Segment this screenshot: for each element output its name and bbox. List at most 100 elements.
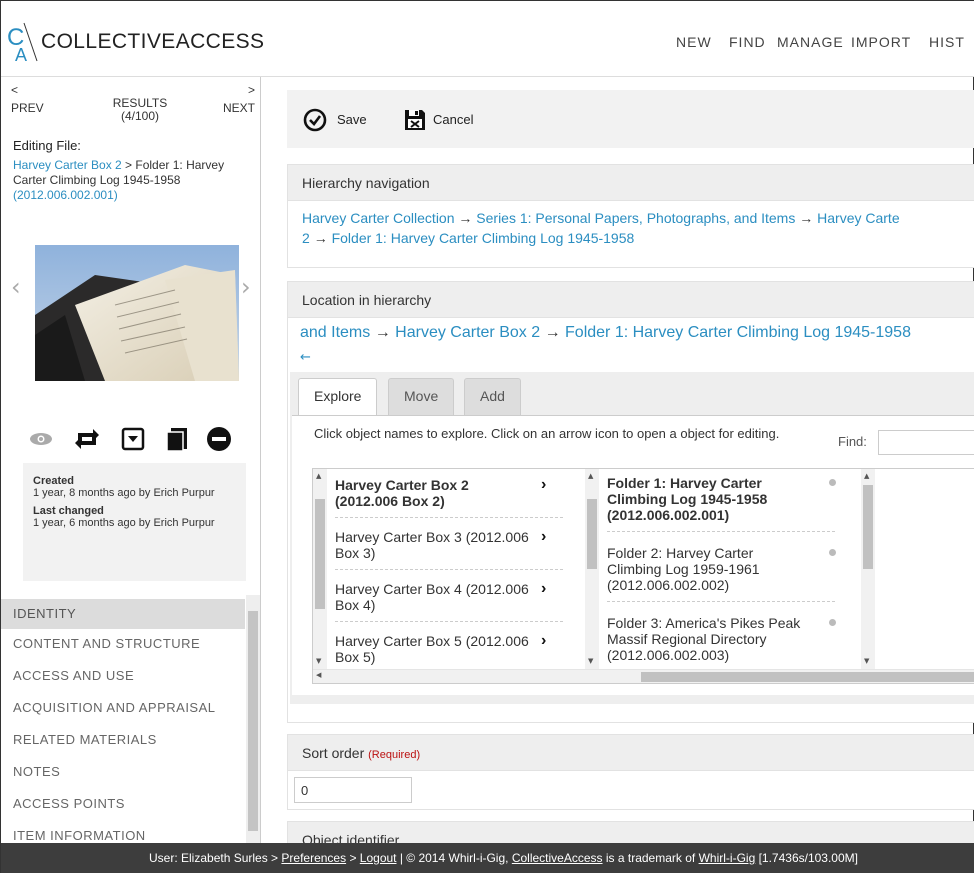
browser-column-1: Harvey Carter Box 2 (2012.006 Box 2) › H… [335, 469, 575, 669]
main-content: Save Cancel Hierarchy navigation Harvey … [287, 77, 974, 843]
hier-link-collection[interactable]: Harvey Carter Collection [302, 210, 455, 226]
save-label: Save [337, 112, 367, 127]
section-access-and-use[interactable]: ACCESS AND USE [1, 661, 245, 691]
sort-order-header: Sort order (Required) [288, 735, 974, 771]
hierarchy-path: Harvey Carter Collection → Series 1: Per… [302, 208, 974, 248]
created-value: 1 year, 8 months ago by Erich Purpur [33, 487, 215, 499]
document-copy-icon[interactable] [163, 425, 191, 453]
loc-arrow-icon: → [374, 324, 391, 341]
footer-trademark: is a trademark of [602, 851, 699, 865]
open-arrow-icon[interactable]: › [541, 581, 546, 597]
object-thumbnail[interactable] [35, 245, 239, 381]
sort-order-panel: Sort order (Required) [287, 734, 974, 810]
nav-find[interactable]: FIND [729, 34, 766, 50]
hier-arrow-icon: → [799, 210, 814, 226]
loc-crumb-series[interactable]: and Items [300, 324, 370, 341]
open-arrow-icon[interactable]: › [541, 477, 546, 493]
image-next-icon[interactable]: › [241, 273, 251, 301]
section-identity[interactable]: IDENTITY [1, 599, 245, 629]
open-arrow-icon[interactable]: › [541, 633, 546, 649]
tab-move[interactable]: Move [388, 378, 455, 415]
next-label: NEXT [222, 101, 255, 115]
footer-sep: > [346, 851, 360, 865]
tab-explore[interactable]: Explore [298, 378, 378, 416]
explore-instructions: Click object names to explore. Click on … [314, 426, 780, 441]
col3-scrollbar[interactable]: ▲ ▼ [861, 469, 875, 669]
nav-import[interactable]: IMPORT [851, 34, 911, 50]
last-changed-value: 1 year, 6 months ago by Erich Purpur [33, 517, 215, 529]
thumbnail-image [35, 245, 239, 381]
loc-crumb-folder[interactable]: Folder 1: Harvey Carter Climbing Log 194… [565, 324, 911, 341]
hier-link-box-start[interactable]: Harvey Carte [817, 210, 899, 226]
location-breadcrumb: and Items → Harvey Carter Box 2 → Folder… [300, 324, 974, 342]
open-arrow-icon[interactable]: › [541, 529, 546, 545]
results-count: (4/100) [120, 109, 160, 123]
left-sidebar: < PREV RESULTS (4/100) > NEXT Editing Fi… [1, 77, 261, 843]
hier-link-folder[interactable]: Folder 1: Harvey Carter Climbing Log 194… [332, 230, 635, 246]
section-content-and-structure[interactable]: CONTENT AND STRUCTURE [1, 629, 245, 659]
location-title: Location in hierarchy [288, 282, 974, 318]
next-button[interactable]: > NEXT [219, 83, 255, 115]
browser-item[interactable]: Folder 3: America's Pikes Peak Massif Re… [607, 615, 847, 667]
browser-horizontal-scrollbar[interactable]: ◀ [313, 669, 974, 683]
disk-cancel-icon [405, 110, 425, 130]
browser-item[interactable]: Harvey Carter Box 4 (2012.006 Box 4) › [335, 581, 575, 617]
section-item-information[interactable]: ITEM INFORMATION [1, 821, 245, 843]
browser-item-selected[interactable]: Folder 1: Harvey Carter Climbing Log 194… [607, 475, 847, 527]
prev-arrow-icon: < [11, 83, 19, 97]
loc-arrow-icon: → [544, 324, 561, 341]
save-bar: Save Cancel [287, 90, 974, 148]
browser-item[interactable]: Folder 2: Harvey Carter Climbing Log 195… [607, 545, 847, 597]
app-header: C A COLLECTIVEACCESS NEW FIND MANAGE IMP… [1, 1, 974, 77]
section-related-materials[interactable]: RELATED MATERIALS [1, 725, 245, 755]
collectiveaccess-logo-icon: C A [7, 22, 38, 65]
minus-circle-icon[interactable] [205, 425, 233, 453]
editing-separator: > [121, 158, 136, 172]
col2-scrollbar[interactable]: ▲ ▼ [585, 469, 599, 669]
nav-new[interactable]: NEW [676, 34, 712, 50]
object-identifier-title: Object identifier [288, 822, 974, 843]
section-access-points[interactable]: ACCESS POINTS [1, 789, 245, 819]
browser-item[interactable]: Harvey Carter Box 3 (2012.006 Box 3) › [335, 529, 575, 565]
editing-path: Harvey Carter Box 2 > Folder 1: Harvey C… [13, 158, 249, 203]
sort-order-input[interactable] [294, 777, 412, 803]
collectiveaccess-link[interactable]: CollectiveAccess [512, 851, 603, 865]
logo-text: COLLECTIVEACCESS [41, 30, 265, 53]
browser-item[interactable]: Harvey Carter Box 5 (2012.006 Box 5) › [335, 633, 575, 669]
save-button[interactable]: Save [303, 108, 383, 132]
status-dot-icon [829, 479, 836, 486]
section-nav-scrollbar[interactable] [246, 595, 260, 843]
svg-text:A: A [15, 45, 27, 65]
image-prev-icon[interactable]: ‹ [11, 273, 21, 301]
prev-button[interactable]: < PREV [11, 83, 44, 115]
hierarchy-browser: ▲ ▼ Harvey Carter Box 2 (2012.006 Box 2)… [312, 468, 974, 684]
swap-icon[interactable] [73, 425, 101, 453]
section-notes[interactable]: NOTES [1, 757, 245, 787]
col1-scrollbar[interactable]: ▲ ▼ [313, 469, 327, 669]
logout-link[interactable]: Logout [360, 851, 397, 865]
loc-crumb-box[interactable]: Harvey Carter Box 2 [395, 324, 540, 341]
hierarchy-navigation-title: Hierarchy navigation [288, 165, 974, 201]
preferences-link[interactable]: Preferences [281, 851, 346, 865]
hier-link-series[interactable]: Series 1: Personal Papers, Photographs, … [476, 210, 795, 226]
find-input[interactable] [878, 430, 974, 455]
dropdown-box-icon[interactable] [119, 425, 147, 453]
nav-manage[interactable]: MANAGE [777, 34, 844, 50]
status-dot-icon [829, 549, 836, 556]
cancel-button[interactable]: Cancel [403, 108, 503, 132]
section-acquisition-and-appraisal[interactable]: ACQUISITION AND APPRAISAL [1, 693, 245, 723]
hier-arrow-icon: → [313, 230, 328, 246]
editing-parent-link[interactable]: Harvey Carter Box 2 [13, 158, 122, 172]
tab-add[interactable]: Add [464, 378, 521, 415]
eye-icon[interactable] [27, 425, 55, 453]
browser-item[interactable]: Harvey Carter Box 2 (2012.006 Box 2) › [335, 477, 575, 513]
next-arrow-icon: > [247, 83, 255, 97]
logo[interactable]: C A COLLECTIVEACCESS [7, 21, 264, 65]
hier-link-box-end[interactable]: 2 [302, 230, 310, 246]
created-label: Created [33, 475, 74, 487]
nav-history[interactable]: HIST [929, 34, 965, 50]
back-arrow-icon[interactable]: ← [300, 350, 311, 365]
find-label: Find: [838, 434, 867, 449]
status-dot-icon [829, 619, 836, 626]
whirligig-link[interactable]: Whirl-i-Gig [699, 851, 756, 865]
